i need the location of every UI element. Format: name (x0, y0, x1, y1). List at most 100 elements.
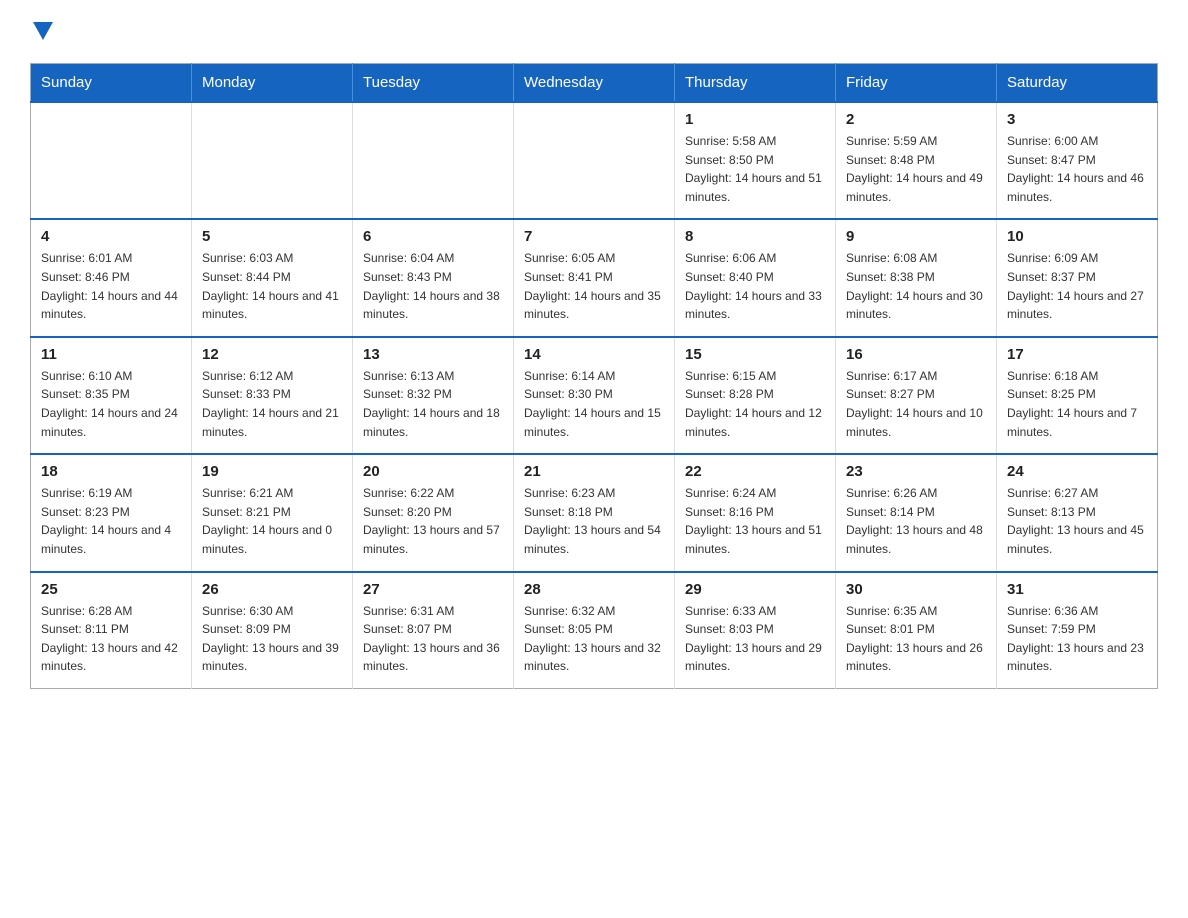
day-info: Sunrise: 6:09 AM Sunset: 8:37 PM Dayligh… (1007, 249, 1147, 323)
day-number: 1 (685, 111, 825, 128)
day-info: Sunrise: 6:01 AM Sunset: 8:46 PM Dayligh… (41, 249, 181, 323)
weekday-header-row: SundayMondayTuesdayWednesdayThursdayFrid… (31, 64, 1158, 103)
day-number: 11 (41, 346, 181, 363)
weekday-header-monday: Monday (192, 64, 353, 103)
day-info: Sunrise: 6:17 AM Sunset: 8:27 PM Dayligh… (846, 367, 986, 441)
day-number: 4 (41, 228, 181, 245)
week-row-5: 25 Sunrise: 6:28 AM Sunset: 8:11 PM Dayli… (31, 572, 1158, 689)
day-cell: 31 Sunrise: 6:36 AM Sunset: 7:59 PM Dayli… (997, 572, 1158, 689)
day-number: 13 (363, 346, 503, 363)
day-number: 14 (524, 346, 664, 363)
logo-triangle-icon (33, 22, 53, 40)
day-number: 6 (363, 228, 503, 245)
day-info: Sunrise: 6:22 AM Sunset: 8:20 PM Dayligh… (363, 484, 503, 558)
weekday-header-tuesday: Tuesday (353, 64, 514, 103)
day-cell (31, 102, 192, 219)
day-cell: 8 Sunrise: 6:06 AM Sunset: 8:40 PM Daylig… (675, 219, 836, 336)
day-number: 16 (846, 346, 986, 363)
day-cell (192, 102, 353, 219)
day-cell (514, 102, 675, 219)
day-info: Sunrise: 6:35 AM Sunset: 8:01 PM Dayligh… (846, 602, 986, 676)
day-cell: 17 Sunrise: 6:18 AM Sunset: 8:25 PM Dayli… (997, 337, 1158, 454)
weekday-header-saturday: Saturday (997, 64, 1158, 103)
day-info: Sunrise: 6:36 AM Sunset: 7:59 PM Dayligh… (1007, 602, 1147, 676)
day-info: Sunrise: 6:26 AM Sunset: 8:14 PM Dayligh… (846, 484, 986, 558)
weekday-header-wednesday: Wednesday (514, 64, 675, 103)
day-cell: 25 Sunrise: 6:28 AM Sunset: 8:11 PM Dayli… (31, 572, 192, 689)
week-row-4: 18 Sunrise: 6:19 AM Sunset: 8:23 PM Dayli… (31, 454, 1158, 571)
day-info: Sunrise: 6:21 AM Sunset: 8:21 PM Dayligh… (202, 484, 342, 558)
day-number: 25 (41, 581, 181, 598)
day-info: Sunrise: 6:19 AM Sunset: 8:23 PM Dayligh… (41, 484, 181, 558)
day-number: 22 (685, 463, 825, 480)
page-header (30, 20, 1158, 45)
day-cell: 1 Sunrise: 5:58 AM Sunset: 8:50 PM Daylig… (675, 102, 836, 219)
day-info: Sunrise: 6:27 AM Sunset: 8:13 PM Dayligh… (1007, 484, 1147, 558)
day-number: 9 (846, 228, 986, 245)
day-info: Sunrise: 6:06 AM Sunset: 8:40 PM Dayligh… (685, 249, 825, 323)
day-number: 19 (202, 463, 342, 480)
day-cell: 19 Sunrise: 6:21 AM Sunset: 8:21 PM Dayli… (192, 454, 353, 571)
day-info: Sunrise: 6:04 AM Sunset: 8:43 PM Dayligh… (363, 249, 503, 323)
day-info: Sunrise: 6:31 AM Sunset: 8:07 PM Dayligh… (363, 602, 503, 676)
day-number: 23 (846, 463, 986, 480)
day-cell: 30Sunrise: 6:35 AM Sunset: 8:01 PM Dayli… (836, 572, 997, 689)
day-number: 2 (846, 111, 986, 128)
day-cell: 5Sunrise: 6:03 AM Sunset: 8:44 PM Daylig… (192, 219, 353, 336)
day-cell: 15 Sunrise: 6:15 AM Sunset: 8:28 PM Dayli… (675, 337, 836, 454)
day-cell: 27 Sunrise: 6:31 AM Sunset: 8:07 PM Dayli… (353, 572, 514, 689)
day-info: Sunrise: 6:33 AM Sunset: 8:03 PM Dayligh… (685, 602, 825, 676)
day-info: Sunrise: 6:10 AM Sunset: 8:35 PM Dayligh… (41, 367, 181, 441)
day-cell: 13 Sunrise: 6:13 AM Sunset: 8:32 PM Dayli… (353, 337, 514, 454)
weekday-header-thursday: Thursday (675, 64, 836, 103)
day-cell: 26 Sunrise: 6:30 AM Sunset: 8:09 PM Dayli… (192, 572, 353, 689)
day-info: Sunrise: 6:08 AM Sunset: 8:38 PM Dayligh… (846, 249, 986, 323)
day-number: 24 (1007, 463, 1147, 480)
day-info: Sunrise: 6:15 AM Sunset: 8:28 PM Dayligh… (685, 367, 825, 441)
day-info: Sunrise: 6:00 AM Sunset: 8:47 PM Dayligh… (1007, 132, 1147, 206)
day-info: Sunrise: 6:28 AM Sunset: 8:11 PM Dayligh… (41, 602, 181, 676)
day-number: 8 (685, 228, 825, 245)
day-cell: 14 Sunrise: 6:14 AM Sunset: 8:30 PM Dayli… (514, 337, 675, 454)
day-cell: 20 Sunrise: 6:22 AM Sunset: 8:20 PM Dayli… (353, 454, 514, 571)
day-cell: 9 Sunrise: 6:08 AM Sunset: 8:38 PM Daylig… (836, 219, 997, 336)
weekday-header-friday: Friday (836, 64, 997, 103)
day-number: 18 (41, 463, 181, 480)
day-number: 20 (363, 463, 503, 480)
calendar-table: SundayMondayTuesdayWednesdayThursdayFrid… (30, 63, 1158, 689)
day-cell: 24 Sunrise: 6:27 AM Sunset: 8:13 PM Dayli… (997, 454, 1158, 571)
day-info: Sunrise: 6:23 AM Sunset: 8:18 PM Dayligh… (524, 484, 664, 558)
day-cell (353, 102, 514, 219)
weekday-header-sunday: Sunday (31, 64, 192, 103)
day-number: 17 (1007, 346, 1147, 363)
day-number: 12 (202, 346, 342, 363)
day-cell: 7 Sunrise: 6:05 AM Sunset: 8:41 PM Daylig… (514, 219, 675, 336)
day-number: 21 (524, 463, 664, 480)
day-cell: 18 Sunrise: 6:19 AM Sunset: 8:23 PM Dayli… (31, 454, 192, 571)
day-number: 27 (363, 581, 503, 598)
day-cell: 21 Sunrise: 6:23 AM Sunset: 8:18 PM Dayli… (514, 454, 675, 571)
day-number: 7 (524, 228, 664, 245)
day-info: Sunrise: 5:58 AM Sunset: 8:50 PM Dayligh… (685, 132, 825, 206)
day-info: Sunrise: 6:30 AM Sunset: 8:09 PM Dayligh… (202, 602, 342, 676)
day-number: 31 (1007, 581, 1147, 598)
week-row-2: 4 Sunrise: 6:01 AM Sunset: 8:46 PM Daylig… (31, 219, 1158, 336)
day-number: 15 (685, 346, 825, 363)
day-cell: 2Sunrise: 5:59 AM Sunset: 8:48 PM Daylig… (836, 102, 997, 219)
day-info: Sunrise: 6:05 AM Sunset: 8:41 PM Dayligh… (524, 249, 664, 323)
day-cell: 10Sunrise: 6:09 AM Sunset: 8:37 PM Dayli… (997, 219, 1158, 336)
day-cell: 4 Sunrise: 6:01 AM Sunset: 8:46 PM Daylig… (31, 219, 192, 336)
day-info: Sunrise: 6:13 AM Sunset: 8:32 PM Dayligh… (363, 367, 503, 441)
day-number: 29 (685, 581, 825, 598)
day-number: 5 (202, 228, 342, 245)
day-info: Sunrise: 6:12 AM Sunset: 8:33 PM Dayligh… (202, 367, 342, 441)
logo (30, 20, 53, 45)
day-number: 3 (1007, 111, 1147, 128)
week-row-1: 1 Sunrise: 5:58 AM Sunset: 8:50 PM Daylig… (31, 102, 1158, 219)
day-number: 26 (202, 581, 342, 598)
day-info: Sunrise: 6:18 AM Sunset: 8:25 PM Dayligh… (1007, 367, 1147, 441)
day-cell: 11 Sunrise: 6:10 AM Sunset: 8:35 PM Dayli… (31, 337, 192, 454)
day-number: 28 (524, 581, 664, 598)
day-cell: 12 Sunrise: 6:12 AM Sunset: 8:33 PM Dayli… (192, 337, 353, 454)
day-info: Sunrise: 6:14 AM Sunset: 8:30 PM Dayligh… (524, 367, 664, 441)
